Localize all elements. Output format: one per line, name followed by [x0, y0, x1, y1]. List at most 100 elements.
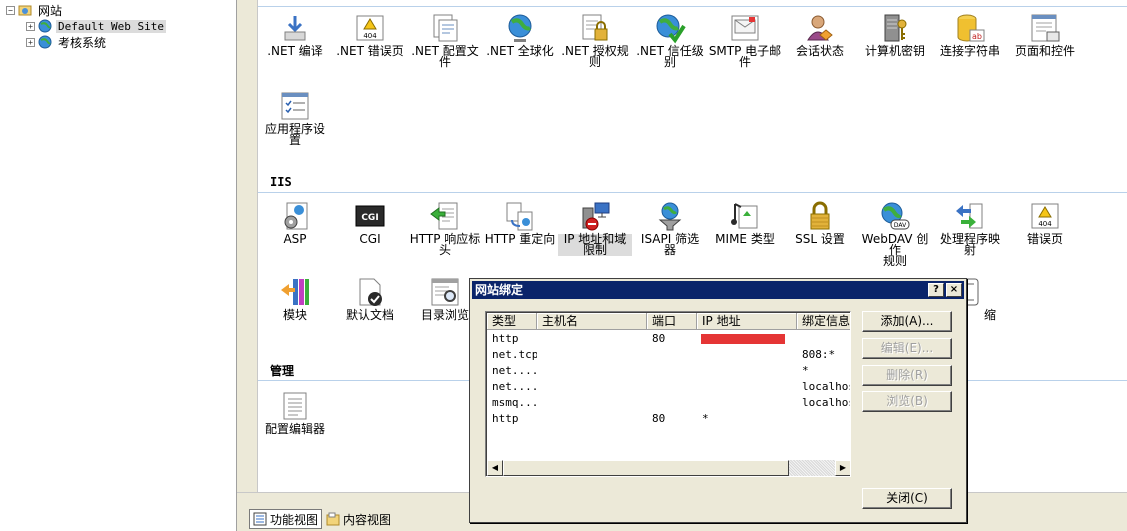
feature-cgi[interactable]: CGI CGI — [333, 200, 407, 245]
feature-default-document[interactable]: 默认文档 — [333, 276, 407, 321]
column-header-port[interactable]: 端口 — [647, 313, 697, 330]
feature-net-profile[interactable]: .NET 配置文 件 — [408, 12, 482, 68]
feature-net-error-pages[interactable]: 404 .NET 错误页 — [333, 12, 407, 57]
feature-http-redirect[interactable]: HTTP 重定向 — [483, 200, 557, 245]
tree-node-sites[interactable]: − 网站 — [6, 2, 64, 18]
cell-host — [537, 395, 647, 411]
expand-icon[interactable]: + — [26, 21, 35, 31]
feature-pages-controls[interactable]: 页面和控件 — [1008, 12, 1082, 57]
table-row[interactable]: net.tcp 808:* — [487, 347, 850, 363]
feature-label: 页面和控件 — [1014, 44, 1075, 58]
cell-port: 80 — [652, 332, 666, 345]
scroll-right-icon[interactable]: ▶ — [835, 460, 850, 476]
cell-ip — [697, 331, 797, 347]
feature-label-2: 射 — [963, 243, 976, 257]
cell-port: 80 — [652, 412, 666, 425]
webdav-icon: DAV — [881, 202, 910, 230]
table-row[interactable]: msmq... localhos — [487, 395, 850, 411]
tree-node-default-web-site[interactable]: + Default Web Site — [26, 18, 166, 34]
bindings-list[interactable]: 类型 主机名 端口 IP 地址 绑定信息 http 80 net.tcp 808… — [485, 311, 851, 477]
tree-node-kaohe[interactable]: + 考核系统 — [26, 34, 108, 50]
feature-ssl-settings[interactable]: SSL 设置 — [783, 200, 857, 245]
site-bindings-dialog: 网站绑定 ? × 类型 主机名 端口 IP 地址 绑定信息 http 80 ne… — [469, 278, 967, 523]
table-row[interactable]: http 80 * — [487, 411, 850, 427]
feature-net-compile[interactable]: .NET 编译 — [258, 12, 332, 57]
scroll-thumb[interactable] — [503, 460, 789, 476]
svg-text:CGI: CGI — [361, 213, 378, 223]
column-header-host[interactable]: 主机名 — [537, 313, 647, 330]
feature-label: SSL 设置 — [795, 232, 845, 246]
mail-icon — [731, 15, 759, 41]
feature-mime-types[interactable]: MIME 类型 — [708, 200, 782, 245]
redirect-icon — [506, 202, 533, 231]
remove-binding-button[interactable]: 删除(R) — [862, 365, 952, 386]
horizontal-scrollbar[interactable]: ◀ ▶ — [487, 460, 850, 476]
cell-type: http — [492, 332, 519, 345]
server-key-icon — [884, 14, 907, 42]
cgi-icon: CGI — [355, 205, 385, 227]
feature-isapi-filters[interactable]: ISAPI 筛选 器 — [633, 200, 707, 256]
ip-redaction — [701, 334, 785, 344]
dialog-title-bar[interactable]: 网站绑定 ? × — [472, 281, 964, 299]
feature-label: 模块 — [282, 308, 307, 322]
feature-webdav-authoring[interactable]: DAV WebDAV 创作 规则 — [858, 200, 932, 267]
cell-port — [647, 379, 697, 395]
tree-item-label: Default Web Site — [56, 19, 166, 33]
features-view-icon — [253, 512, 267, 526]
globe-icon — [508, 14, 532, 42]
feature-label-2: 别 — [663, 55, 676, 69]
feature-ip-domain-restrictions[interactable]: IP 地址和域 限制 — [558, 200, 632, 256]
expand-icon[interactable]: + — [26, 37, 35, 47]
feature-asp[interactable]: ASP — [258, 200, 332, 245]
close-dialog-button[interactable]: 关闭(C) — [862, 488, 952, 509]
add-binding-button[interactable]: 添加(A)... — [862, 311, 952, 332]
panel-gutter — [237, 0, 257, 506]
cell-type: net.... — [492, 380, 537, 393]
table-row[interactable]: net.... * — [487, 363, 850, 379]
feature-smtp-email[interactable]: SMTP 电子邮 件 — [708, 12, 782, 68]
table-row[interactable]: http 80 — [487, 331, 850, 347]
feature-machine-key[interactable]: 计算机密钥 — [858, 12, 932, 57]
feature-label: WebDAV 创作 — [861, 232, 929, 257]
scroll-track[interactable] — [789, 460, 835, 476]
feature-label: ASP — [283, 232, 307, 246]
cell-type: net.... — [492, 364, 537, 377]
feature-config-editor[interactable]: 配置编辑器 — [258, 390, 332, 435]
edit-binding-button[interactable]: 编辑(E)... — [862, 338, 952, 359]
tab-features-view[interactable]: 功能视图 — [249, 509, 323, 529]
config-editor-icon — [283, 392, 307, 420]
feature-label-2: 限制 — [558, 244, 632, 256]
feature-session-state[interactable]: 会话状态 — [783, 12, 857, 57]
feature-label: .NET 编译 — [267, 44, 323, 58]
tab-content-view[interactable]: 内容视图 — [323, 509, 394, 529]
feature-connection-strings[interactable]: ab 连接字符串 — [933, 12, 1007, 57]
feature-app-settings[interactable]: 应用程序设 置 — [258, 90, 332, 146]
filter-icon — [658, 202, 682, 231]
collapse-icon[interactable]: − — [6, 5, 15, 15]
feature-net-authorization[interactable]: .NET 授权规 则 — [558, 12, 632, 68]
column-header-ip[interactable]: IP 地址 — [697, 313, 797, 330]
globe-check-icon — [656, 14, 686, 44]
feature-error-pages[interactable]: 404 错误页 — [1008, 200, 1082, 245]
feature-handler-mappings[interactable]: 处理程序映 射 — [933, 200, 1007, 256]
bindings-list-header: 类型 主机名 端口 IP 地址 绑定信息 — [487, 313, 850, 330]
close-x-button[interactable]: × — [946, 283, 962, 297]
browse-binding-button[interactable]: 浏览(B) — [862, 391, 952, 412]
scroll-left-icon[interactable]: ◀ — [487, 460, 503, 476]
feature-net-globalization[interactable]: .NET 全球化 — [483, 12, 557, 57]
page-controls-icon — [1031, 14, 1060, 42]
padlock-icon — [810, 201, 830, 230]
feature-http-response-headers[interactable]: HTTP 响应标 头 — [408, 200, 482, 256]
feature-modules[interactable]: 模块 — [258, 276, 332, 321]
column-header-binding[interactable]: 绑定信息 — [797, 313, 850, 330]
table-row[interactable]: net.... localhos — [487, 379, 850, 395]
help-button[interactable]: ? — [928, 283, 944, 297]
group-divider — [258, 192, 1127, 193]
column-header-type[interactable]: 类型 — [487, 313, 537, 330]
feature-net-trust-levels[interactable]: .NET 信任级 别 — [633, 12, 707, 68]
feature-label: .NET 全球化 — [486, 44, 554, 58]
http-headers-icon — [430, 202, 458, 230]
feature-label: CGI — [359, 232, 381, 246]
asp-icon — [284, 202, 308, 230]
globe-icon — [38, 19, 52, 33]
